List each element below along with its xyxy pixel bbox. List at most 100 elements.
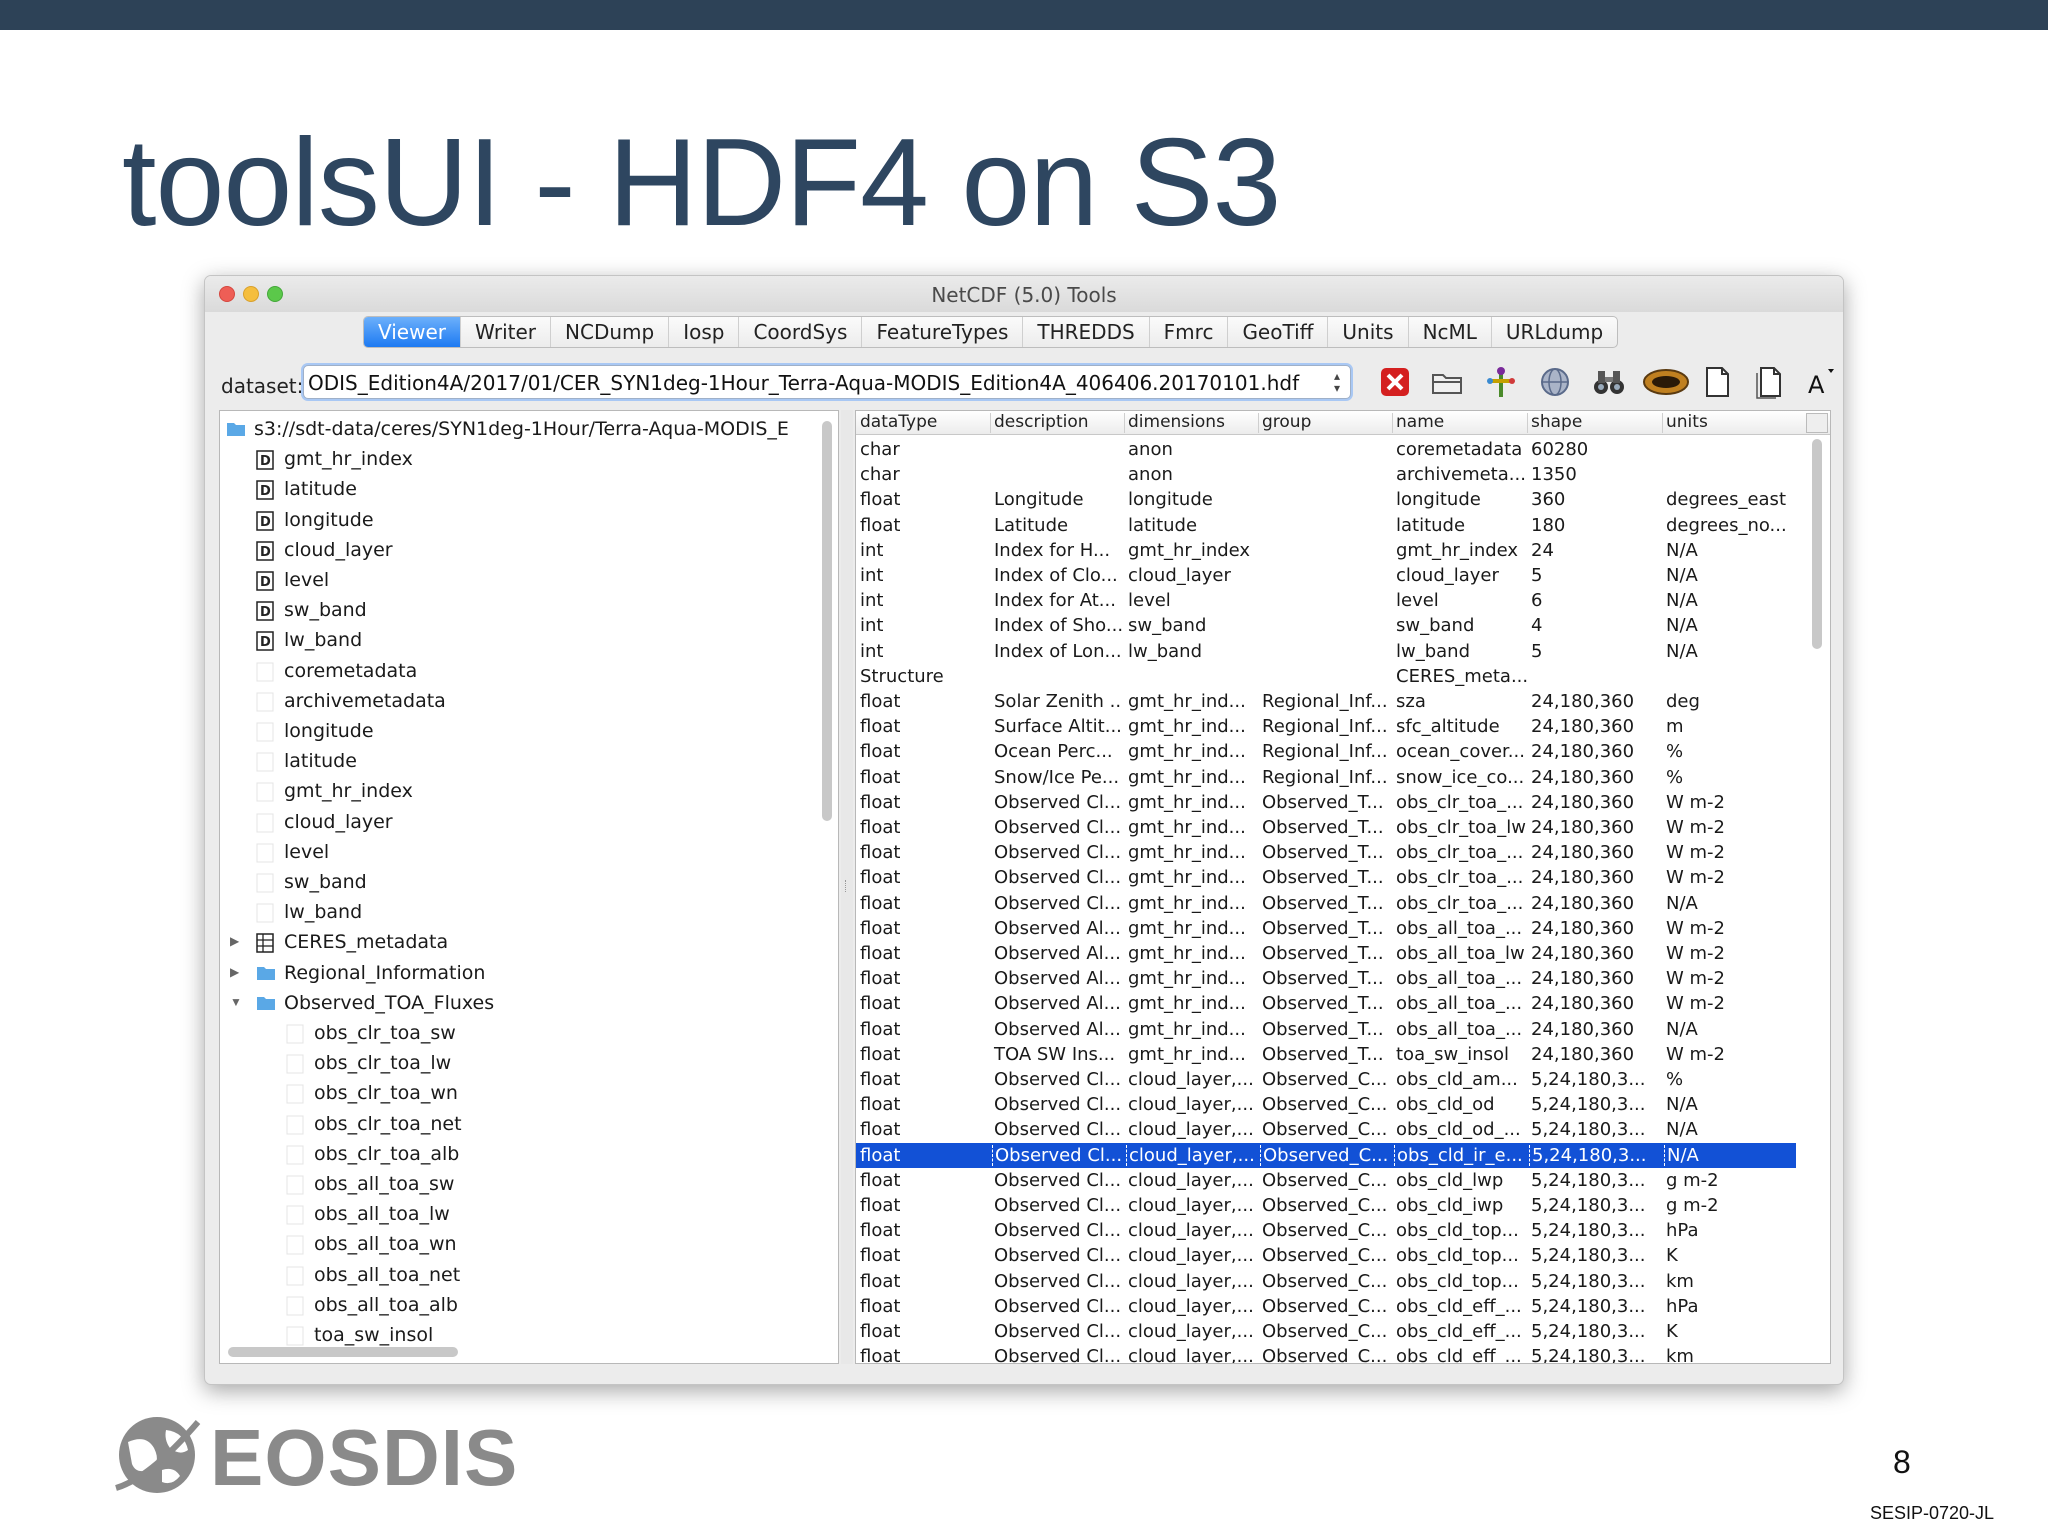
collapsed-triangle-icon[interactable]: ▶ bbox=[230, 965, 239, 979]
tab-thredds[interactable]: THREDDS bbox=[1023, 317, 1150, 347]
table-row[interactable]: float Observed Cl... gmt_hr_ind... Observed… bbox=[856, 891, 1796, 916]
dataset-combobox[interactable]: ODIS_Edition4A/2017/01/CER_SYN1deg-1Hour… bbox=[303, 365, 1351, 399]
tree-item[interactable]: sw_band bbox=[220, 868, 838, 898]
document-icon[interactable] bbox=[1699, 364, 1735, 400]
tree-item[interactable]: obs_clr_toa_sw bbox=[220, 1019, 838, 1049]
table-row[interactable]: char anon coremetadata 60280 bbox=[856, 437, 1796, 462]
tree-item[interactable]: Dgmt_hr_index bbox=[220, 445, 838, 475]
table-row[interactable]: float Observed Al... gmt_hr_ind... Observed… bbox=[856, 941, 1796, 966]
tree-item[interactable]: obs_all_toa_lw bbox=[220, 1200, 838, 1230]
table-row[interactable]: char anon archivemeta... 1350 bbox=[856, 462, 1796, 487]
tree-item[interactable]: Dlatitude bbox=[220, 475, 838, 505]
tree-item[interactable]: obs_all_toa_net bbox=[220, 1261, 838, 1291]
tree-item[interactable]: obs_clr_toa_alb bbox=[220, 1140, 838, 1170]
table-row[interactable]: float TOA SW Ins... gmt_hr_ind... Observed_… bbox=[856, 1042, 1796, 1067]
tab-ncdump[interactable]: NCDump bbox=[551, 317, 670, 347]
tab-geotiff[interactable]: GeoTiff bbox=[1228, 317, 1329, 347]
table-row[interactable]: float Observed Cl... gmt_hr_ind... Observed… bbox=[856, 790, 1796, 815]
column-header-description[interactable]: description bbox=[994, 412, 1089, 432]
tree-item[interactable]: obs_all_toa_sw bbox=[220, 1170, 838, 1200]
variables-table[interactable]: dataType description dimensions group name sh… bbox=[855, 410, 1831, 1364]
table-row[interactable]: int Index of Lon... lw_band lw_band 5 N/A bbox=[856, 639, 1796, 664]
table-row[interactable]: float Observed Cl... gmt_hr_ind... Observed… bbox=[856, 840, 1796, 865]
table-row[interactable]: float Ocean Perc... gmt_hr_ind... Regional_… bbox=[856, 739, 1796, 764]
table-row[interactable]: Structure CERES_meta... bbox=[856, 664, 1796, 689]
table-row[interactable]: float Observed Cl... cloud_layer,... Observ… bbox=[856, 1117, 1796, 1142]
dataset-input[interactable]: ODIS_Edition4A/2017/01/CER_SYN1deg-1Hour… bbox=[308, 371, 1299, 395]
tree-item[interactable]: ▶ CERES_metadata bbox=[220, 928, 838, 958]
tree-item[interactable]: archivemetadata bbox=[220, 687, 838, 717]
table-row[interactable]: float Observed Al... gmt_hr_ind... Observed… bbox=[856, 966, 1796, 991]
tree-item[interactable]: level bbox=[220, 838, 838, 868]
tree-item[interactable]: obs_all_toa_alb bbox=[220, 1291, 838, 1321]
table-row[interactable]: float Latitude latitude latitude 180 degrees_… bbox=[856, 513, 1796, 538]
table-row[interactable]: int Index for At... level level 6 N/A bbox=[856, 588, 1796, 613]
tree-item[interactable]: Dsw_band bbox=[220, 596, 838, 626]
table-row[interactable]: float Observed Cl... cloud_layer,... Observ… bbox=[856, 1344, 1796, 1363]
dataset-tree[interactable]: s3://sdt-data/ceres/SYN1deg-1Hour/Terra-… bbox=[219, 410, 839, 1364]
tree-item[interactable]: obs_all_toa_wn bbox=[220, 1230, 838, 1260]
table-row[interactable]: float Observed Cl... cloud_layer,... Observ… bbox=[856, 1168, 1796, 1193]
table-row[interactable]: float Observed Cl... cloud_layer,... Observ… bbox=[856, 1193, 1796, 1218]
font-size-icon[interactable]: A bbox=[1803, 364, 1839, 400]
pane-splitter[interactable] bbox=[841, 410, 853, 1364]
collapsed-triangle-icon[interactable]: ▶ bbox=[230, 934, 239, 948]
tab-writer[interactable]: Writer bbox=[461, 317, 552, 347]
close-dataset-icon[interactable] bbox=[1377, 364, 1413, 400]
table-row[interactable]: float Observed Cl... cloud_layer,... Observ… bbox=[856, 1142, 1796, 1168]
tree-item[interactable]: longitude bbox=[220, 717, 838, 747]
table-row[interactable]: float Surface Altit... gmt_hr_ind... Region… bbox=[856, 714, 1796, 739]
tree-item[interactable]: latitude bbox=[220, 747, 838, 777]
table-row[interactable]: float Observed Cl... gmt_hr_ind... Observed… bbox=[856, 815, 1796, 840]
expanded-triangle-icon[interactable]: ▼ bbox=[230, 995, 242, 1009]
table-row[interactable]: float Observed Cl... cloud_layer,... Observ… bbox=[856, 1243, 1796, 1268]
tree-item[interactable]: toa_sw_insol bbox=[220, 1321, 838, 1351]
table-row[interactable]: int Index of Clo... cloud_layer cloud_layer… bbox=[856, 563, 1796, 588]
table-vertical-scrollbar[interactable] bbox=[1812, 439, 1822, 649]
tree-item[interactable]: obs_clr_toa_lw bbox=[220, 1049, 838, 1079]
document-copy-icon[interactable] bbox=[1751, 364, 1787, 400]
table-row[interactable]: float Observed Cl... gmt_hr_ind... Observed… bbox=[856, 865, 1796, 890]
tree-item[interactable]: gmt_hr_index bbox=[220, 777, 838, 807]
tab-iosp[interactable]: Iosp bbox=[669, 317, 740, 347]
table-row[interactable]: float Observed Cl... cloud_layer,... Observ… bbox=[856, 1218, 1796, 1243]
dataset-stepper-icon[interactable]: ▴ ▾ bbox=[1328, 370, 1346, 394]
column-header-name[interactable]: name bbox=[1396, 412, 1444, 432]
table-row[interactable]: float Snow/Ice Pe... gmt_hr_ind... Regional… bbox=[856, 765, 1796, 790]
table-row[interactable]: float Observed Cl... cloud_layer,... Observ… bbox=[856, 1269, 1796, 1294]
column-chooser-icon[interactable] bbox=[1806, 413, 1828, 433]
column-header-shape[interactable]: shape bbox=[1531, 412, 1582, 432]
tab-coordsys[interactable]: CoordSys bbox=[739, 317, 863, 347]
table-row[interactable]: float Observed Al... gmt_hr_ind... Observed… bbox=[856, 916, 1796, 941]
column-header-datatype[interactable]: dataType bbox=[860, 412, 937, 432]
tree-item[interactable]: coremetadata bbox=[220, 657, 838, 687]
column-header-dimensions[interactable]: dimensions bbox=[1128, 412, 1225, 432]
tab-units[interactable]: Units bbox=[1328, 317, 1409, 347]
window-titlebar[interactable]: NetCDF (5.0) Tools bbox=[205, 276, 1843, 312]
tree-item[interactable]: Dcloud_layer bbox=[220, 536, 838, 566]
table-row[interactable]: float Observed Cl... cloud_layer,... Observ… bbox=[856, 1067, 1796, 1092]
binoculars-icon[interactable] bbox=[1591, 364, 1627, 400]
tab-featuretypes[interactable]: FeatureTypes bbox=[862, 317, 1024, 347]
tab-fmrc[interactable]: Fmrc bbox=[1150, 317, 1229, 347]
tab-viewer[interactable]: Viewer bbox=[364, 317, 461, 347]
table-row[interactable]: float Observed Al... gmt_hr_ind... Observed… bbox=[856, 991, 1796, 1016]
open-folder-icon[interactable] bbox=[1429, 364, 1465, 400]
table-row[interactable]: float Solar Zenith ... gmt_hr_ind... Region… bbox=[856, 689, 1796, 714]
tree-item[interactable]: ▶ Regional_Information bbox=[220, 959, 838, 989]
tree-item[interactable]: obs_clr_toa_net bbox=[220, 1110, 838, 1140]
disk-icon[interactable] bbox=[1641, 364, 1691, 400]
tree-item[interactable]: ▼ Observed_TOA_Fluxes bbox=[220, 989, 838, 1019]
coord-sys-icon[interactable] bbox=[1483, 364, 1519, 400]
tab-urldump[interactable]: URLdump bbox=[1492, 317, 1617, 347]
tab-ncml[interactable]: NcML bbox=[1409, 317, 1492, 347]
table-row[interactable]: float Observed Al... gmt_hr_ind... Observed… bbox=[856, 1017, 1796, 1042]
column-header-group[interactable]: group bbox=[1262, 412, 1311, 432]
table-row[interactable]: int Index of Sho... sw_band sw_band 4 N/A bbox=[856, 613, 1796, 638]
tree-item[interactable]: obs_clr_toa_wn bbox=[220, 1079, 838, 1109]
tree-item[interactable]: Dlw_band bbox=[220, 626, 838, 656]
tree-item[interactable]: Dlongitude bbox=[220, 506, 838, 536]
tree-item[interactable]: cloud_layer bbox=[220, 808, 838, 838]
tree-item[interactable]: Dlevel bbox=[220, 566, 838, 596]
table-row[interactable]: float Observed Cl... cloud_layer,... Observ… bbox=[856, 1294, 1796, 1319]
